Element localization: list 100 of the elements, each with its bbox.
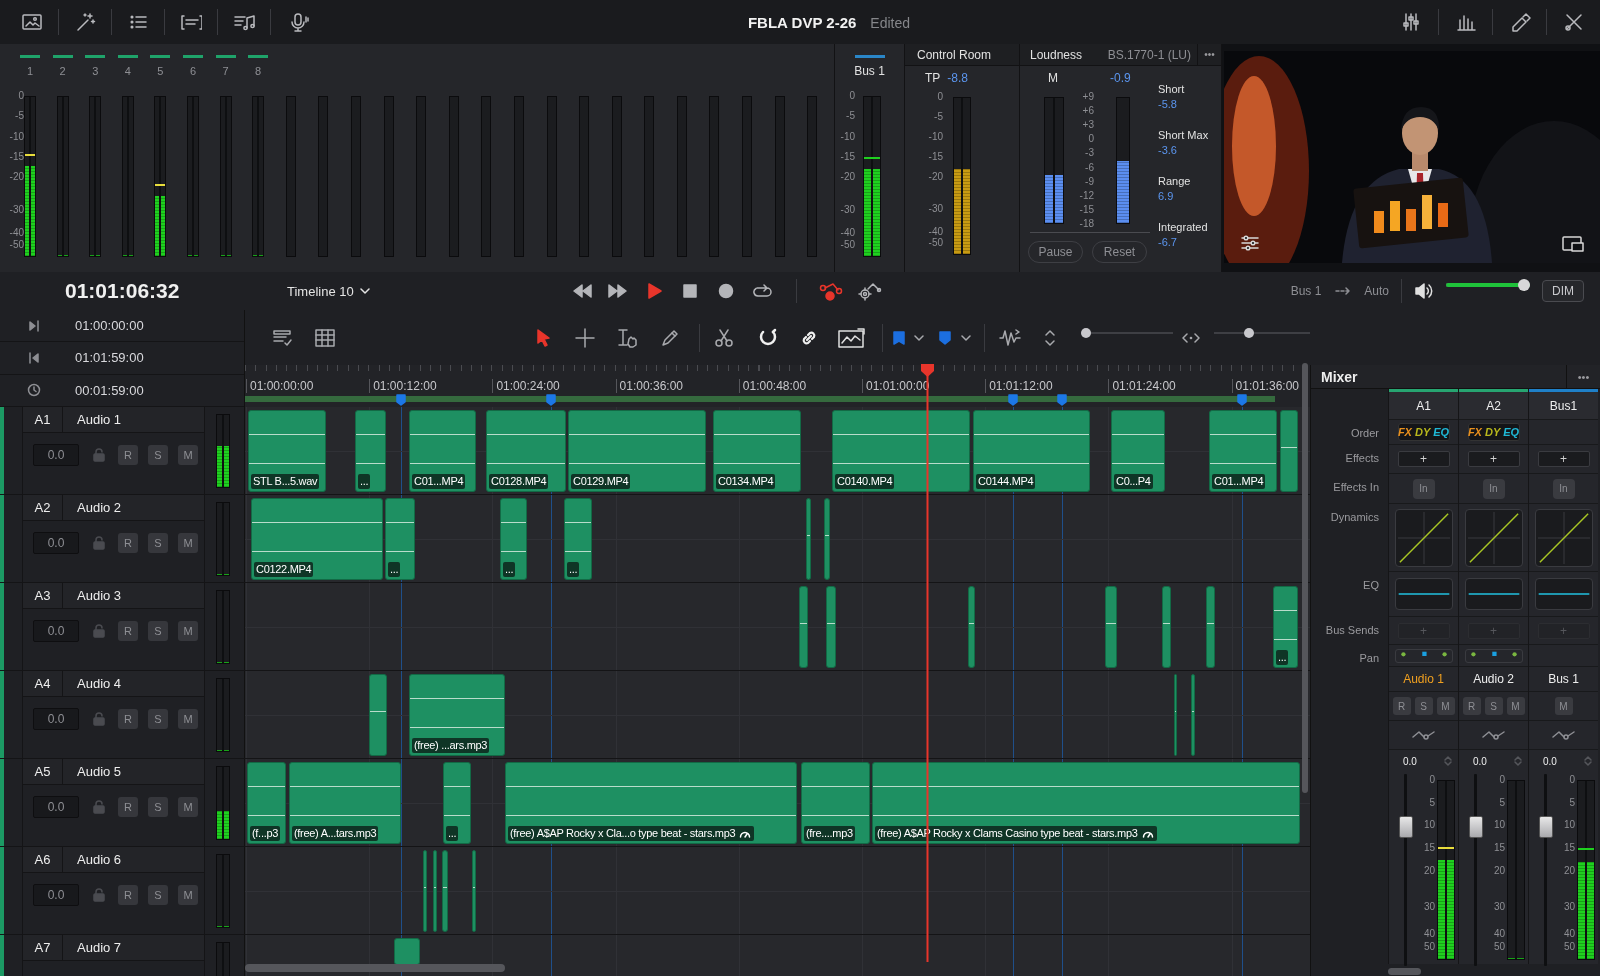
- add-effect-button[interactable]: +: [1397, 451, 1450, 467]
- audio-clip[interactable]: (free) A$AP Rocky x Cla...o type beat - stars.mp3: [505, 762, 797, 844]
- track-button[interactable]: S: [148, 885, 168, 905]
- audio-clip[interactable]: [806, 498, 811, 580]
- waveform-icon[interactable]: [998, 326, 1022, 349]
- dynamics-graph[interactable]: [1534, 508, 1593, 567]
- audio-clip[interactable]: [442, 850, 448, 932]
- track-button[interactable]: R: [118, 709, 138, 729]
- volume-field[interactable]: 0.0: [33, 884, 79, 906]
- node-path-icon[interactable]: [818, 280, 844, 302]
- effects-in-button[interactable]: In: [1482, 478, 1505, 499]
- audio-clip[interactable]: [1162, 586, 1171, 668]
- vertical-arrows-icon[interactable]: [1044, 328, 1056, 347]
- channel-button[interactable]: M: [1554, 697, 1573, 715]
- audio-clip[interactable]: STL B...5.wav: [248, 410, 326, 492]
- pan-control[interactable]: [1394, 648, 1453, 663]
- marker-icon[interactable]: [1008, 394, 1018, 406]
- audio-clip[interactable]: C0122.MP4: [251, 498, 383, 580]
- channel-button[interactable]: M: [1436, 697, 1455, 715]
- audio-clip[interactable]: (free) A...tars.mp3: [289, 762, 401, 844]
- track-name[interactable]: Audio 5: [63, 764, 122, 779]
- automation-icon[interactable]: [1551, 729, 1576, 741]
- eq-graph[interactable]: [1464, 578, 1523, 610]
- audio-clip[interactable]: ...: [443, 762, 471, 844]
- automation-mode[interactable]: Auto: [1364, 284, 1389, 298]
- menu-button[interactable]: •••: [1566, 365, 1600, 388]
- marker-icon[interactable]: [396, 394, 406, 406]
- gear-path-icon[interactable]: [856, 280, 882, 302]
- audio-clip[interactable]: [1191, 674, 1195, 756]
- crosshair-icon[interactable]: [574, 326, 596, 349]
- effects-in-button[interactable]: In: [1412, 478, 1435, 499]
- track-button[interactable]: R: [118, 533, 138, 553]
- eq-graph[interactable]: [1394, 578, 1453, 610]
- track-button[interactable]: R: [118, 621, 138, 641]
- scissors-icon[interactable]: [713, 326, 735, 349]
- track-button[interactable]: S: [148, 621, 168, 641]
- track-button[interactable]: R: [118, 445, 138, 465]
- effects-in-button[interactable]: In: [1552, 478, 1575, 499]
- audio-clip[interactable]: ...: [564, 498, 592, 580]
- slider-thumb[interactable]: [1244, 327, 1255, 338]
- audio-clip[interactable]: (free) ...ars.mp3: [409, 674, 505, 756]
- track-button[interactable]: M: [178, 797, 198, 817]
- track-button[interactable]: M: [178, 709, 198, 729]
- scrollbar[interactable]: [1302, 363, 1308, 793]
- marker-icon[interactable]: [938, 329, 952, 346]
- channel-button[interactable]: S: [1414, 697, 1433, 715]
- marker-icon[interactable]: [1057, 394, 1067, 406]
- audio-clip[interactable]: [423, 850, 427, 932]
- audio-clip[interactable]: C0129.MP4: [568, 410, 706, 492]
- track-button[interactable]: S: [148, 533, 168, 553]
- audio-clip[interactable]: C0140.MP4: [832, 410, 970, 492]
- track-name[interactable]: Audio 1: [63, 412, 122, 427]
- image-icon[interactable]: [21, 11, 43, 33]
- scrollbar[interactable]: [1388, 968, 1421, 975]
- menu-button[interactable]: •••: [1197, 44, 1221, 65]
- audio-clip[interactable]: (fre....mp3: [801, 762, 870, 844]
- channel-name[interactable]: Bus 1: [1548, 672, 1579, 686]
- audio-clip[interactable]: ...: [1273, 586, 1298, 668]
- loudness-button[interactable]: Pause: [1028, 241, 1083, 263]
- grid-icon[interactable]: [314, 326, 336, 349]
- marker-icon[interactable]: [546, 394, 556, 406]
- caret-icon[interactable]: [914, 334, 924, 341]
- marker-icon[interactable]: [1237, 394, 1247, 406]
- fader-handle[interactable]: [1539, 815, 1553, 838]
- track-button[interactable]: M: [178, 621, 198, 641]
- volume-field[interactable]: 0.0: [33, 796, 79, 818]
- slider-thumb[interactable]: [1081, 327, 1091, 338]
- timeline-dropdown[interactable]: Timeline 10: [287, 283, 370, 299]
- trim-cursor-icon[interactable]: [615, 326, 637, 349]
- audio-clip[interactable]: [394, 938, 420, 965]
- audio-clip[interactable]: [799, 586, 808, 668]
- add-effect-button[interactable]: +: [1467, 451, 1520, 467]
- eq-graph[interactable]: [1534, 578, 1593, 610]
- audio-clip[interactable]: [433, 850, 437, 932]
- track-name[interactable]: Audio 2: [63, 500, 122, 515]
- fader-handle[interactable]: [1399, 815, 1413, 838]
- audio-clip[interactable]: (f...p3: [247, 762, 286, 844]
- caret-icon[interactable]: [961, 334, 971, 341]
- audio-clip[interactable]: C01...MP4: [1209, 410, 1277, 492]
- sliders-icon[interactable]: [1400, 11, 1422, 33]
- track-button[interactable]: M: [178, 445, 198, 465]
- volume-field[interactable]: 0.0: [33, 532, 79, 554]
- audio-clip[interactable]: C01...MP4: [409, 410, 476, 492]
- volume-field[interactable]: 0.0: [33, 708, 79, 730]
- track-button[interactable]: R: [118, 885, 138, 905]
- processing-order[interactable]: FX DY EQ: [1467, 423, 1520, 441]
- audio-clip[interactable]: [1280, 410, 1298, 492]
- channel-button[interactable]: R: [1392, 697, 1411, 715]
- sliders-icon[interactable]: [1240, 234, 1260, 252]
- audio-clip[interactable]: C0144.MP4: [973, 410, 1090, 492]
- track-name[interactable]: Audio 4: [63, 676, 122, 691]
- channel-button[interactable]: R: [1462, 697, 1481, 715]
- dim-button[interactable]: DIM: [1542, 280, 1584, 302]
- channel-name[interactable]: Audio 2: [1473, 672, 1514, 686]
- audio-clip[interactable]: [1206, 586, 1215, 668]
- audio-clip[interactable]: C0134.MP4: [713, 410, 801, 492]
- track-name[interactable]: Audio 6: [63, 852, 122, 867]
- audio-clip[interactable]: [472, 850, 476, 932]
- audio-clip[interactable]: ...: [385, 498, 415, 580]
- audio-clip[interactable]: [369, 674, 387, 756]
